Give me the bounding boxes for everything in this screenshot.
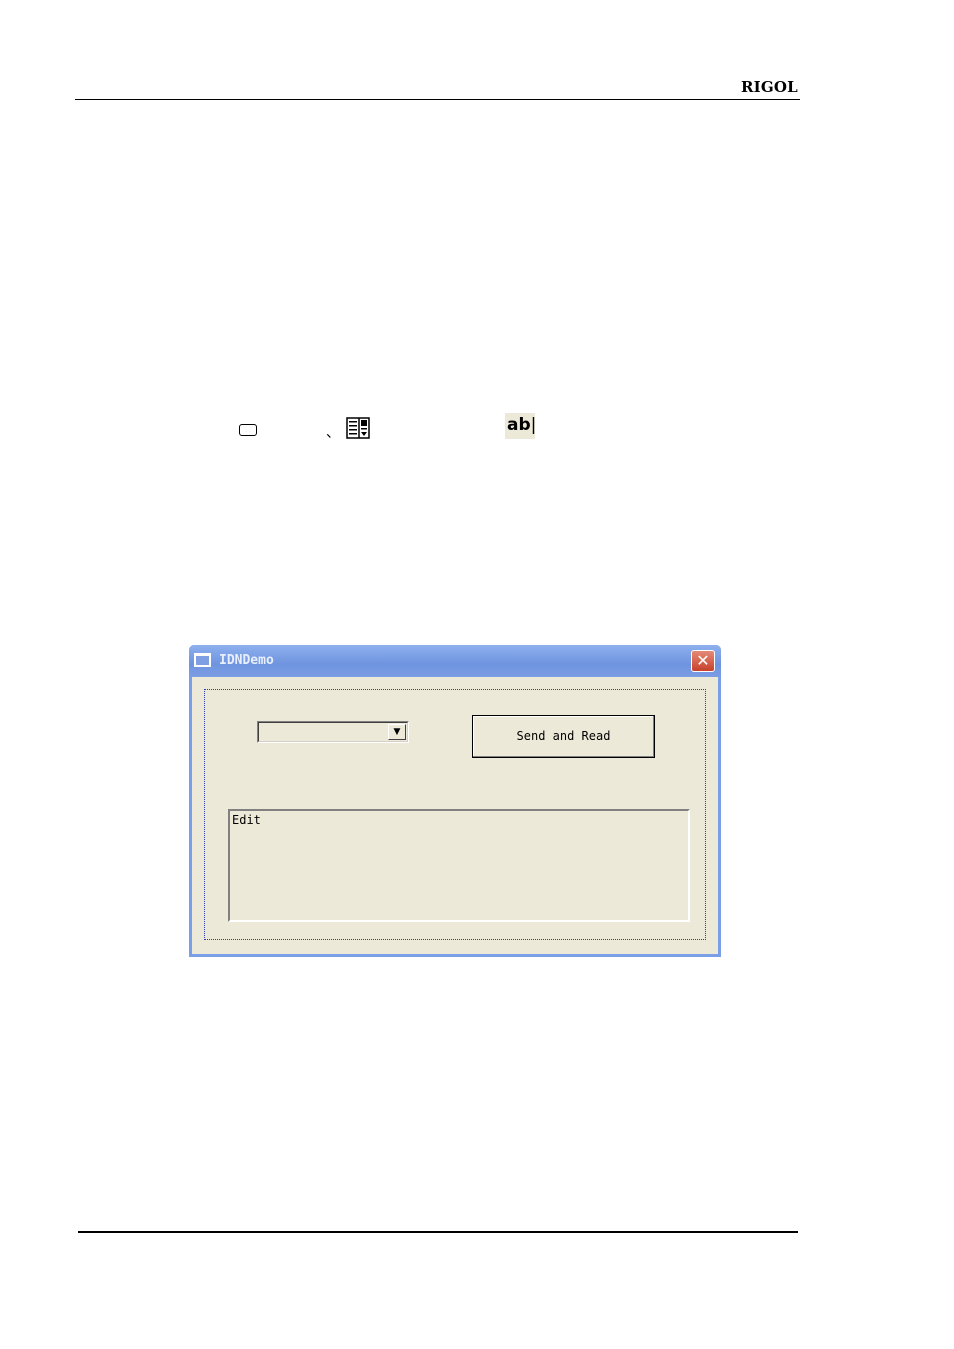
dialog-client-area: ▼ Send and Read Edit <box>192 677 718 954</box>
header-rule <box>75 99 800 100</box>
combobox-field[interactable] <box>258 722 408 742</box>
dialog-titlebar[interactable]: IDNDemo ✕ <box>189 645 721 677</box>
edit-icon-text: ab <box>507 415 531 435</box>
response-edit-box[interactable]: Edit <box>228 809 690 922</box>
chevron-down-icon[interactable]: ▼ <box>388 724 406 740</box>
edit-control-icon: ab| <box>505 413 537 439</box>
close-button[interactable]: ✕ <box>691 650 715 672</box>
command-combobox[interactable]: ▼ <box>257 721 409 743</box>
window-icon <box>194 653 211 667</box>
dialog-title: IDNDemo <box>219 653 274 668</box>
combobox-control-icon <box>346 417 370 439</box>
footer-rule <box>78 1231 798 1233</box>
edit-icon-caret: | <box>530 415 537 435</box>
idndemo-dialog-window: IDNDemo ✕ ▼ Send and Read Edit <box>189 645 721 957</box>
button-control-icon <box>239 424 257 436</box>
list-separator: 、 <box>326 425 340 441</box>
send-and-read-button[interactable]: Send and Read <box>472 715 655 758</box>
brand-logo-text: RIGOL <box>741 78 798 96</box>
